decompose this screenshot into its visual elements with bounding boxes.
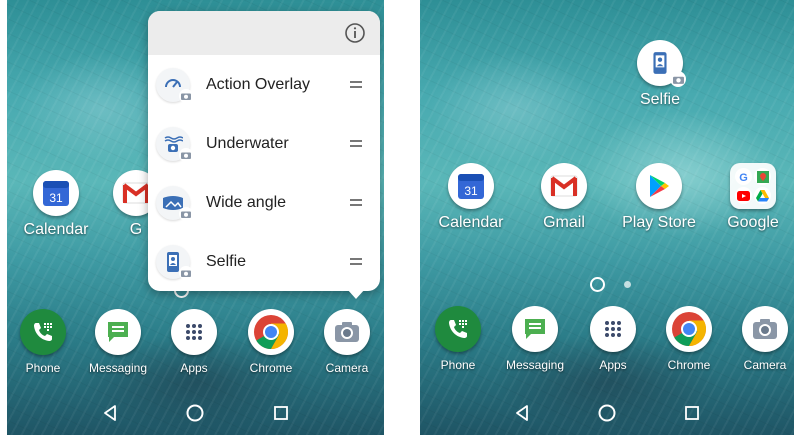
camera-badge-icon [179,265,193,280]
apps-grid-icon [171,309,217,355]
camera-icon [742,306,788,352]
drag-handle-icon[interactable] [350,81,362,88]
messaging-icon [512,306,558,352]
youtube-icon [735,187,752,204]
app-label: Calendar [23,221,89,238]
shortcut-selfie-pinned[interactable]: Selfie [617,40,703,109]
dock-apps[interactable]: Apps [151,309,237,375]
shortcut-label: Selfie [206,252,247,270]
shortcut-action-overlay[interactable]: Action Overlay [148,55,380,114]
shortcut-selfie[interactable]: Selfie [148,232,380,291]
app-calendar[interactable]: 31 Calendar [13,170,99,239]
dock-phone[interactable]: Phone [420,306,501,372]
dock-camera[interactable]: Camera [722,306,794,372]
recents-icon[interactable] [268,400,294,426]
drag-handle-icon[interactable] [350,140,362,147]
dock-messaging[interactable]: Messaging [75,309,161,375]
phone-icon [435,306,481,352]
info-icon[interactable] [344,22,366,44]
app-calendar[interactable]: 31 Calendar [428,163,514,232]
app-label: Apps [599,358,627,372]
chrome-icon [248,309,294,355]
app-label: Calendar [438,214,504,231]
back-icon[interactable] [509,400,535,426]
app-label: Camera [325,361,369,375]
app-label: Chrome [667,358,711,372]
google-g-icon: G [735,168,752,185]
home-icon[interactable] [594,400,620,426]
action-overlay-icon [156,67,193,103]
calendar-icon: 31 [448,163,494,209]
calendar-icon: 31 [33,170,79,216]
app-label: Apps [180,361,208,375]
recents-icon[interactable] [679,400,705,426]
app-label: Camera [743,358,787,372]
camera-icon [324,309,370,355]
app-shortcuts-popup: Action Overlay Underwater Wide angle Sel… [148,11,380,299]
app-label: Google [727,214,779,231]
svg-text:31: 31 [49,191,63,205]
apps-grid-icon [590,306,636,352]
selfie-icon [637,40,686,87]
svg-text:31: 31 [464,184,478,198]
home-screen-right: Selfie 31 Calendar Gmail Play Store G Go… [420,0,794,435]
camera-badge-icon [179,88,193,103]
app-label: Messaging [88,361,148,375]
back-icon[interactable] [97,400,123,426]
drag-handle-icon[interactable] [350,199,362,206]
home-screen-left: 31 Calendar G Phone Messaging Apps Chrom… [7,0,384,435]
shortcut-label: Underwater [206,134,289,152]
navigation-bar [7,391,384,435]
drag-handle-icon[interactable] [350,258,362,265]
chrome-icon [666,306,712,352]
page-indicator-current[interactable] [590,277,605,292]
dock-apps[interactable]: Apps [570,306,656,372]
camera-badge-icon [670,71,686,87]
app-label: G [129,221,143,238]
popup-pointer [347,289,365,299]
selfie-icon [156,244,193,280]
app-label: Phone [25,361,61,375]
app-gmail[interactable]: Gmail [521,163,607,232]
app-label: Chrome [249,361,293,375]
drive-icon [754,187,771,204]
underwater-icon [156,126,193,162]
shortcut-underwater[interactable]: Underwater [148,114,380,173]
dock-camera[interactable]: Camera [304,309,384,375]
shortcut-label: Wide angle [206,193,287,211]
popup-header [148,11,380,55]
app-label: Play Store [622,214,696,231]
dock-chrome[interactable]: Chrome [646,306,732,372]
shortcut-label: Action Overlay [206,75,311,93]
dock-chrome[interactable]: Chrome [228,309,314,375]
play-store-icon [636,163,682,209]
app-label: Messaging [505,358,565,372]
camera-badge-icon [179,206,193,221]
app-label: Phone [440,358,476,372]
dock-messaging[interactable]: Messaging [492,306,578,372]
home-icon[interactable] [182,400,208,426]
app-label: Gmail [543,214,585,231]
messaging-icon [95,309,141,355]
navigation-bar [420,391,794,435]
wide-angle-icon [156,185,193,221]
phone-icon [20,309,66,355]
app-label: Selfie [639,91,681,108]
page-indicator-other[interactable] [624,281,631,288]
shortcut-wide-angle[interactable]: Wide angle [148,173,380,232]
camera-badge-icon [179,147,193,162]
app-google-folder[interactable]: G Google [710,163,794,232]
app-play-store[interactable]: Play Store [616,163,702,232]
gmail-icon [541,163,587,209]
google-folder-icon: G [730,163,776,209]
svg-text:G: G [739,172,748,183]
maps-icon [754,168,771,185]
